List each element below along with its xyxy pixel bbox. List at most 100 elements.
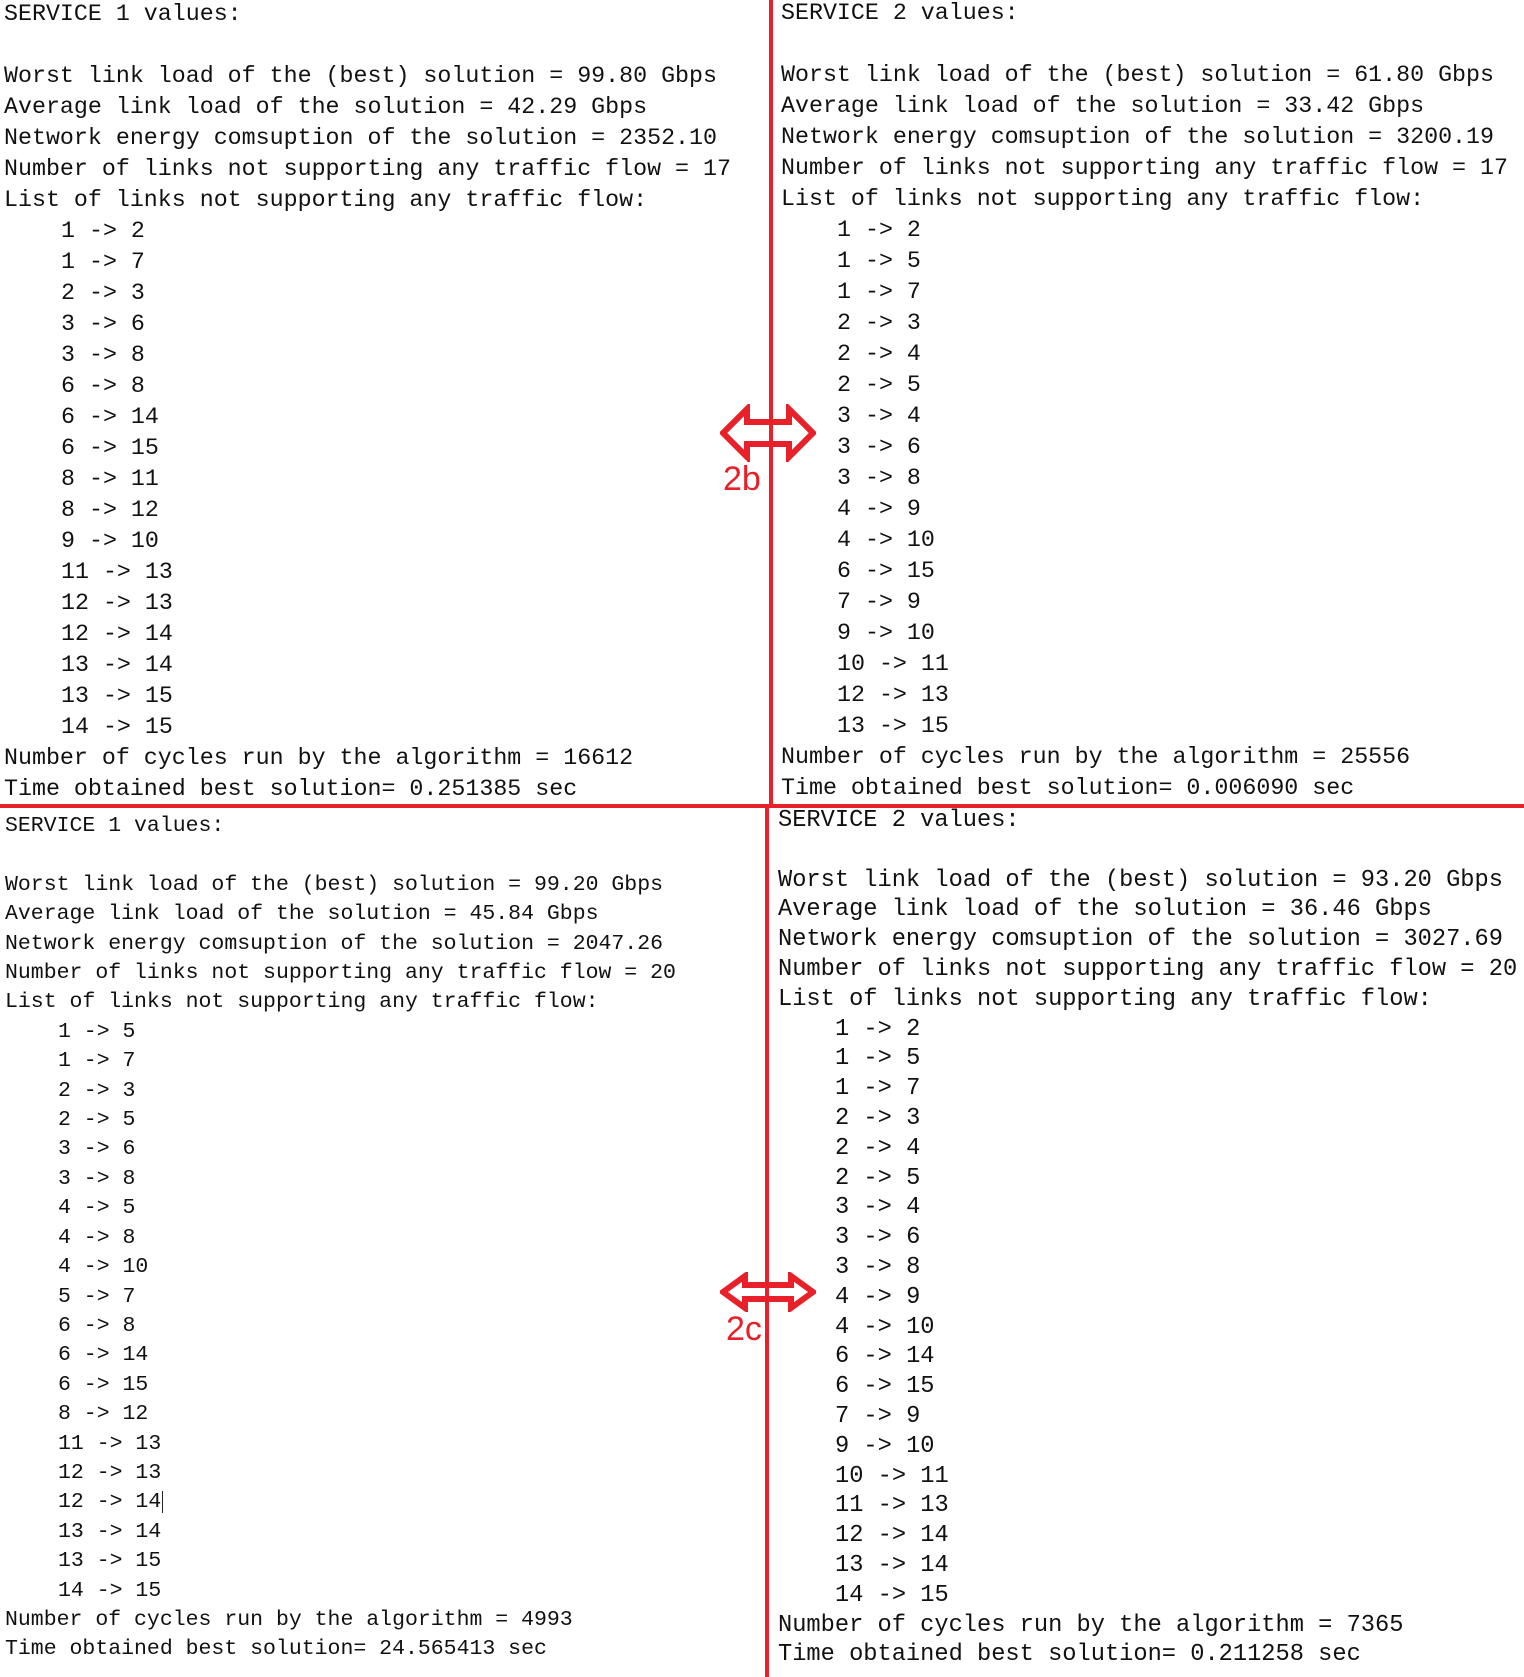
link-list-item: 1 -> 2 [835,1015,921,1043]
link-list-item: 6 -> 8 [61,373,145,399]
link-list-item: 3 -> 6 [61,311,145,337]
footer-line: Time obtained best solution= 0.211258 se… [778,1641,1361,1669]
link-list-item: 9 -> 10 [61,528,159,554]
stat-line: Worst link load of the (best) solution =… [5,872,664,897]
link-list-item: 13 -> 15 [837,713,949,739]
stat-line: Average link load of the solution = 36.4… [778,896,1432,924]
link-list-item: 8 -> 12 [58,1402,149,1427]
link-list-item: 14 -> 15 [61,714,173,740]
link-list-item: 4 -> 9 [837,496,921,522]
link-list-item: 2 -> 5 [835,1164,921,1192]
link-list-item: 4 -> 10 [837,527,935,553]
service-output-panel: SERVICE 1 values: Worst link load of the… [5,812,676,1665]
link-list-item: 3 -> 6 [835,1224,921,1252]
footer-line: Number of cycles run by the algorithm = … [5,1607,573,1632]
link-list-item: 11 -> 13 [58,1431,162,1456]
link-list-item: 1 -> 7 [837,279,921,305]
stat-line: Average link load of the solution = 33.4… [781,93,1425,119]
double-arrow-icon [720,1272,816,1312]
link-list-item: 12 -> 13 [61,590,173,616]
stat-line: Number of links not supporting any traff… [781,155,1508,181]
stat-line: Number of links not supporting any traff… [778,955,1518,983]
footer-line: Time obtained best solution= 0.251385 se… [4,776,578,802]
link-list-item: 10 -> 11 [835,1462,949,1490]
link-list-item: 12 -> 14 [61,621,173,647]
link-list-item: 13 -> 15 [61,683,173,709]
link-list-item: 3 -> 8 [835,1253,921,1281]
text-cursor [162,1490,164,1513]
link-list-item: 11 -> 13 [61,559,173,585]
link-list-item: 4 -> 10 [58,1255,149,1280]
link-list-item: 1 -> 7 [835,1075,921,1103]
stat-line: Worst link load of the (best) solution =… [4,63,718,89]
stat-line: Network energy comsuption of the solutio… [5,931,664,956]
stat-line: List of links not supporting any traffic… [5,990,599,1015]
link-list-item: 6 -> 15 [58,1372,149,1397]
link-list-item: 14 -> 15 [835,1581,949,1609]
stat-line: Network energy comsuption of the solutio… [781,124,1495,150]
stat-line: List of links not supporting any traffic… [778,985,1432,1013]
link-list-item: 6 -> 15 [837,558,935,584]
link-list-item: 1 -> 5 [835,1045,921,1073]
stat-line: Network energy comsuption of the solutio… [778,926,1503,954]
link-list-item: 6 -> 14 [58,1343,149,1368]
footer-line: Number of cycles run by the algorithm = … [778,1611,1404,1639]
stat-line: List of links not supporting any traffic… [781,186,1425,212]
link-list-item: 6 -> 8 [58,1313,136,1338]
link-list-item: 14 -> 15 [58,1578,162,1603]
link-list-item: 4 -> 10 [835,1313,935,1341]
stat-line: Average link load of the solution = 42.2… [4,94,648,120]
link-list-item: 2 -> 3 [835,1104,921,1132]
link-list-item: 2 -> 4 [837,341,921,367]
link-list-item: 4 -> 5 [58,1196,136,1221]
link-list-item: 5 -> 7 [58,1284,136,1309]
link-list-item: 3 -> 8 [58,1166,136,1191]
link-list-item: 11 -> 13 [835,1492,949,1520]
link-list-item: 6 -> 15 [61,435,159,461]
double-arrow-icon [720,404,816,462]
service-output-panel: SERVICE 2 values: Worst link load of the… [778,806,1517,1670]
link-list-item: 13 -> 15 [58,1549,162,1574]
link-list-item: 8 -> 11 [61,466,159,492]
link-list-item: 2 -> 3 [58,1078,136,1103]
link-list-item: 9 -> 10 [837,620,935,646]
link-list-item: 9 -> 10 [835,1432,935,1460]
link-list-item: 1 -> 5 [58,1019,136,1044]
panel-title: SERVICE 2 values: [781,0,1019,26]
link-list-item: 13 -> 14 [61,652,173,678]
link-list-item: 6 -> 14 [61,404,159,430]
link-list-item: 12 -> 13 [58,1460,162,1485]
link-list-item: 2 -> 3 [837,310,921,336]
link-list-item: 4 -> 8 [58,1225,136,1250]
service-output-panel: SERVICE 1 values: Worst link load of the… [4,0,731,805]
stat-line: Number of links not supporting any traff… [5,961,676,986]
divider-horizontal [0,804,1524,808]
panel-title: SERVICE 1 values: [4,1,242,27]
link-list-item: 2 -> 5 [837,372,921,398]
stat-line: Number of links not supporting any traff… [4,156,731,182]
link-list-item: 7 -> 9 [837,589,921,615]
footer-line: Number of cycles run by the algorithm = … [4,745,634,771]
link-list-item: 7 -> 9 [835,1402,921,1430]
footer-line: Time obtained best solution= 0.006090 se… [781,775,1355,801]
panel-title: SERVICE 2 values: [778,807,1020,834]
link-list-item: 12 -> 13 [837,682,949,708]
link-list-item: 3 -> 4 [835,1194,921,1222]
stat-line: List of links not supporting any traffic… [4,187,648,213]
link-list-item: 3 -> 8 [61,342,145,368]
stat-line: Average link load of the solution = 45.8… [5,902,599,927]
link-list-item: 12 -> 14 [58,1490,164,1515]
link-list-item: 1 -> 5 [837,248,921,274]
link-list-item: 13 -> 14 [835,1551,949,1579]
annotation-2c: 2c [726,1310,762,1348]
link-list-item: 1 -> 2 [61,218,145,244]
link-list-item: 3 -> 4 [837,403,921,429]
divider-vertical-bottom [765,806,769,1677]
link-list-item: 1 -> 7 [61,249,145,275]
link-list-item: 4 -> 9 [835,1283,921,1311]
link-list-item: 13 -> 14 [58,1519,162,1544]
link-list-item: 2 -> 4 [835,1134,921,1162]
service-output-panel: SERVICE 2 values: Worst link load of the… [781,0,1508,804]
